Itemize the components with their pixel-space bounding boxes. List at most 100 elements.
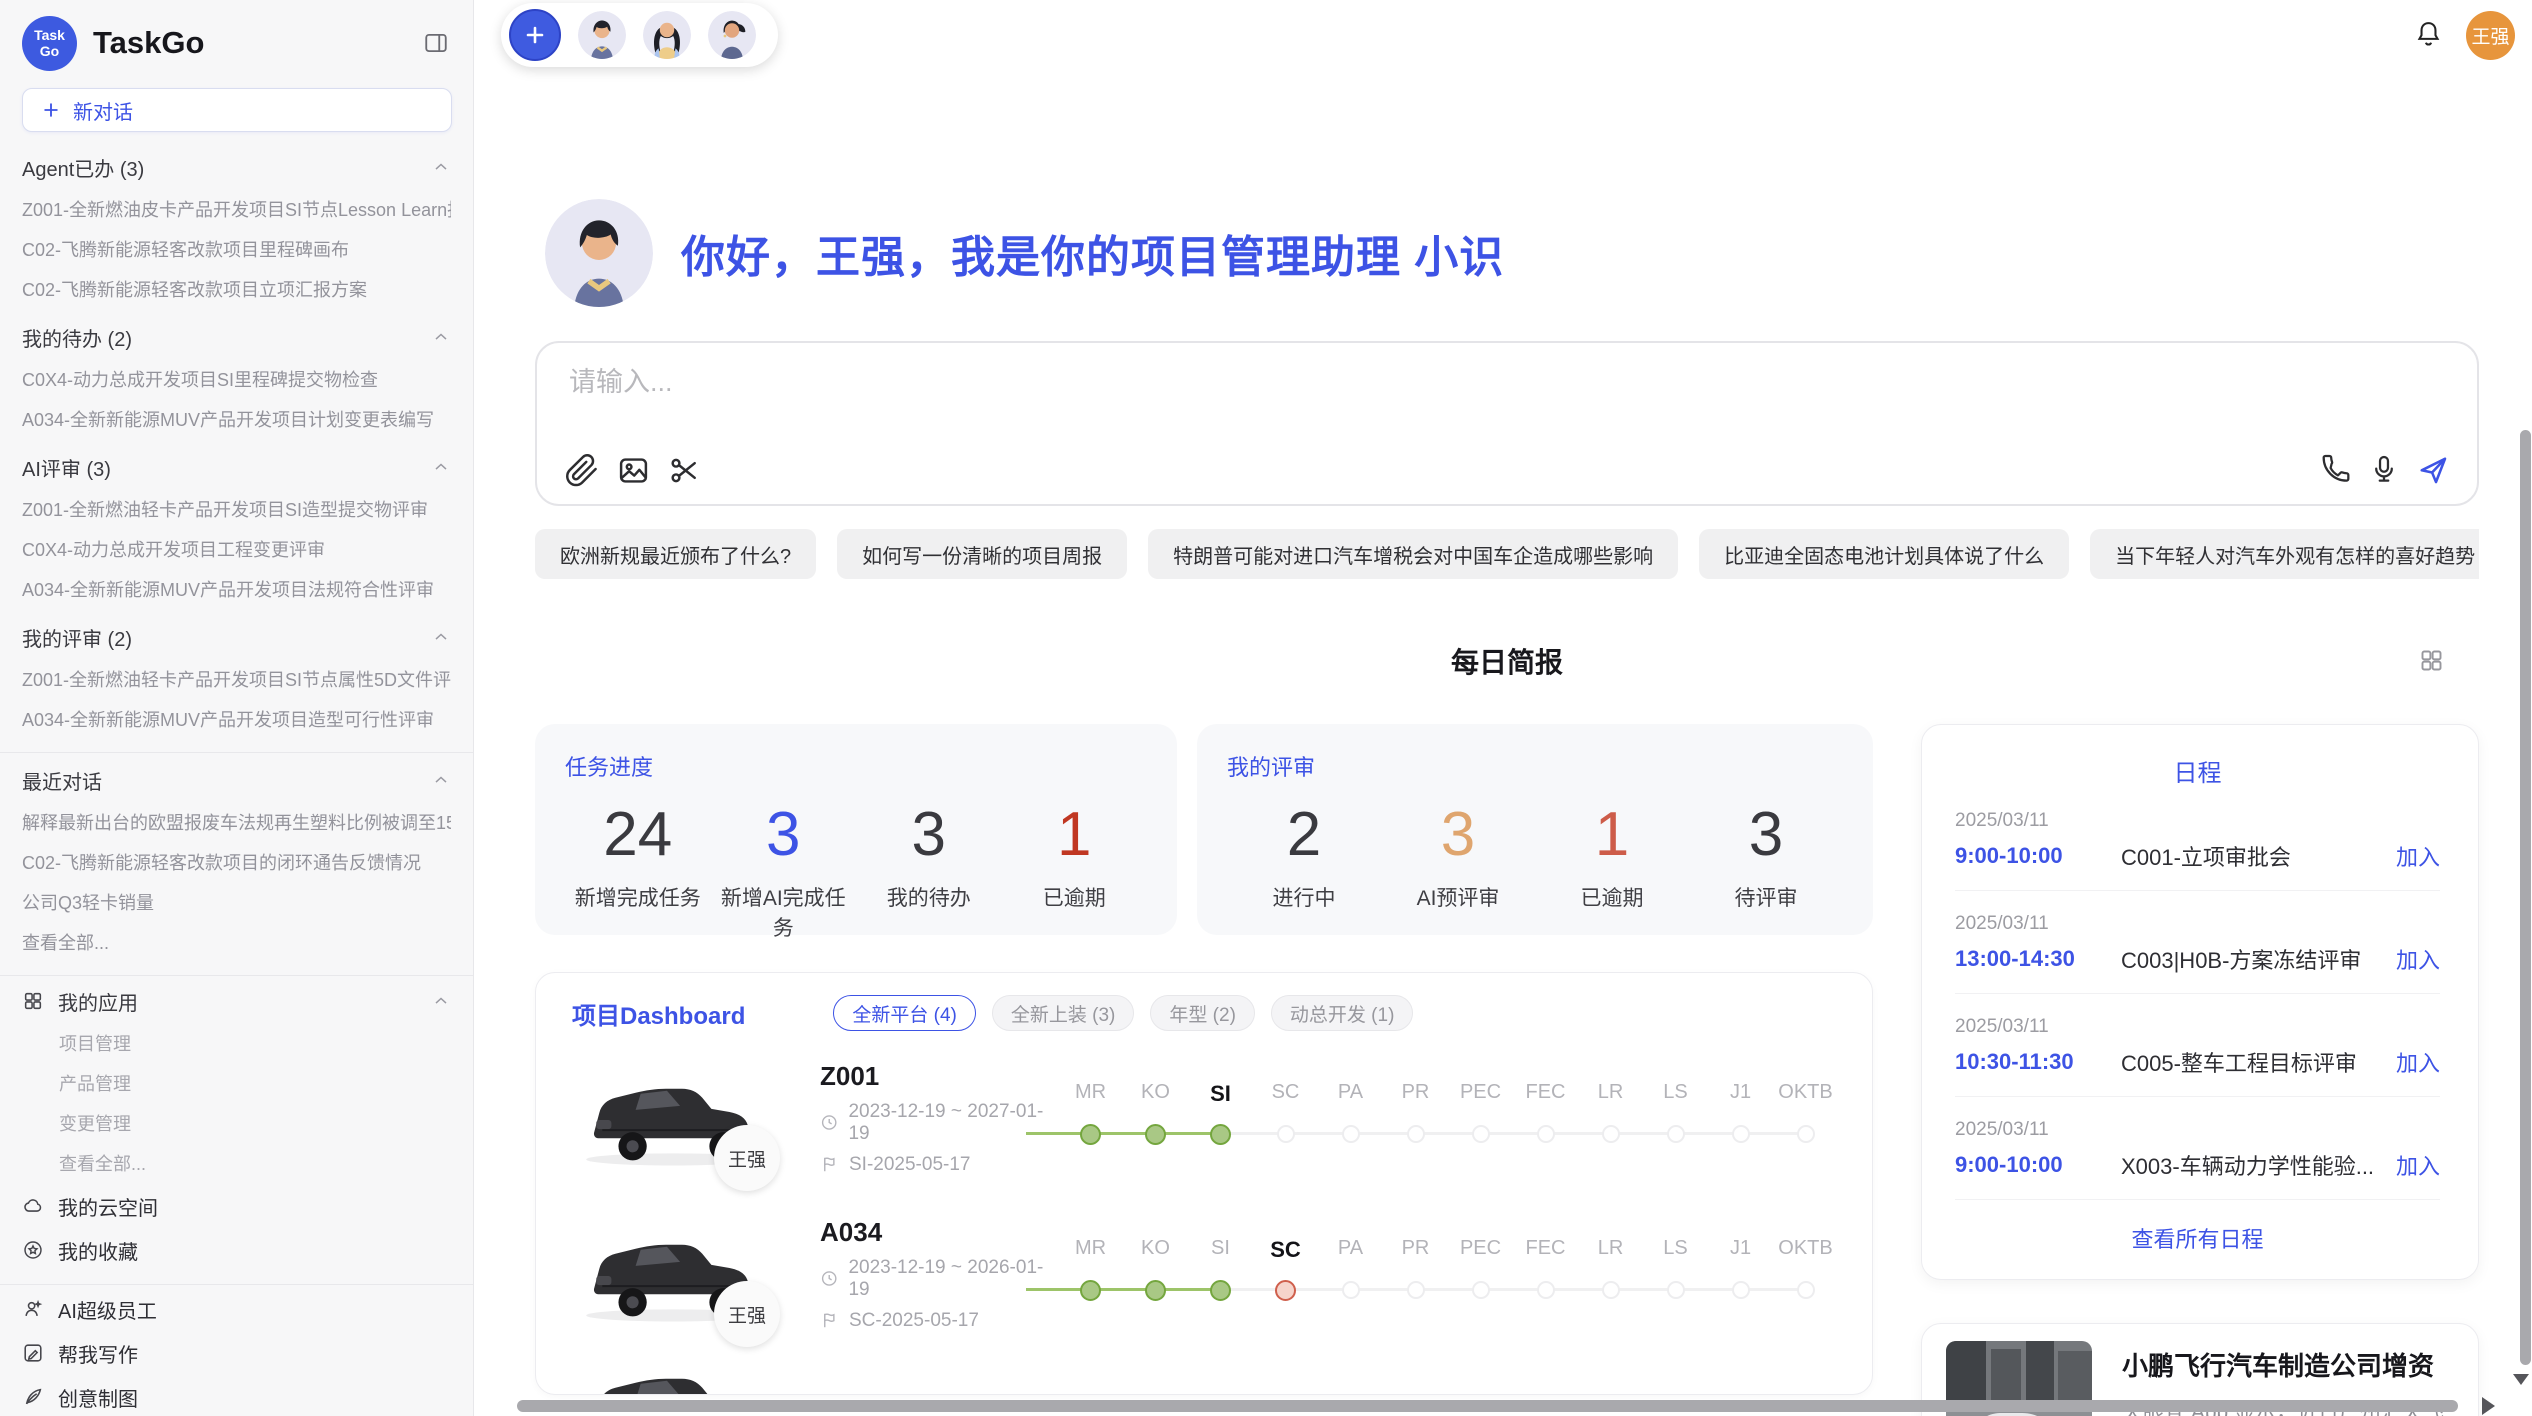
recent-chat-item[interactable]: 解释最新出台的欧盟报废车法规再生塑料比例被调至15%... xyxy=(22,803,451,843)
add-button[interactable] xyxy=(509,9,561,61)
sidebar-item-cloud-space[interactable]: 我的云空间 xyxy=(22,1184,451,1228)
section-title: AI评审 (3) xyxy=(22,453,111,482)
schedule-list: 2025/03/11 9:00-10:00 C001-立项审批会 加入 2025… xyxy=(1955,788,2440,1200)
section-my-review[interactable]: 我的评审 (2) xyxy=(22,614,451,660)
stat-label: AI预评审 xyxy=(1381,882,1535,912)
send-icon[interactable] xyxy=(2415,452,2451,488)
milestone-label: LS xyxy=(1663,1237,1687,1269)
my-review-card: 我的评审 2 进行中 3 AI预评审 xyxy=(1197,724,1873,935)
sidebar-item-help-write[interactable]: 帮我写作 xyxy=(22,1331,451,1375)
sidebar-task-item[interactable]: C02-飞腾新能源轻客改款项目里程碑画布 xyxy=(22,230,451,270)
help-write-label: 帮我写作 xyxy=(58,1339,138,1368)
app-sub-item[interactable]: 查看全部... xyxy=(22,1144,451,1184)
section-recent-chats[interactable]: 最近对话 xyxy=(22,757,451,803)
sidebar-task-item[interactable]: Z001-全新燃油皮卡产品开发项目SI节点Lesson Learn报告 xyxy=(22,190,451,230)
daily-briefing-header: 每日简报 xyxy=(535,640,2479,682)
recent-chat-item[interactable]: C02-飞腾新能源轻客改款项目的闭环通告反馈情况 xyxy=(22,843,451,883)
section-my-todo[interactable]: 我的待办 (2) xyxy=(22,314,451,360)
sidebar-task-item[interactable]: Z001-全新燃油轻卡产品开发项目SI节点属性5D文件评审 xyxy=(22,660,451,700)
milestone-label: PA xyxy=(1338,1237,1363,1269)
avatar[interactable] xyxy=(578,11,626,59)
truck-image xyxy=(572,1355,774,1395)
sidebar-task-item[interactable]: A034-全新新能源MUV产品开发项目计划变更表编写 xyxy=(22,400,451,440)
microphone-icon[interactable] xyxy=(2367,452,2401,488)
suggestion-chip[interactable]: 特朗普可能对进口汽车增税会对中国车企造成哪些影响 xyxy=(1148,529,1678,579)
message-input[interactable] xyxy=(569,367,2089,398)
horizontal-scrollbar[interactable] xyxy=(517,1400,2458,1412)
milestone: J1 xyxy=(1708,1081,1773,1155)
milestone-dot xyxy=(1472,1125,1490,1143)
sidebar-task-item[interactable]: C02-飞腾新能源轻客改款项目立项汇报方案 xyxy=(22,270,451,310)
image-icon[interactable] xyxy=(616,453,651,488)
composer-right-tools xyxy=(2319,452,2451,488)
vertical-scrollbar[interactable] xyxy=(2520,430,2531,1365)
stat: 1 已逾期 xyxy=(1002,792,1148,942)
section-title: 最近对话 xyxy=(22,766,102,795)
sidebar-item-ai-employee[interactable]: AI超级员工 xyxy=(22,1287,451,1331)
avatar[interactable] xyxy=(643,11,691,59)
filter-pill[interactable]: 全新上装 (3) xyxy=(992,995,1135,1031)
schedule-time: 9:00-10:00 xyxy=(1955,1152,2121,1178)
suggestion-chip[interactable]: 比亚迪全固态电池计划具体说了什么 xyxy=(1699,529,2069,579)
app-sub-item[interactable]: 变更管理 xyxy=(22,1104,451,1144)
layout-grid-icon[interactable] xyxy=(2418,647,2445,674)
schedule-row: 10:30-11:30 C005-整车工程目标评审 加入 xyxy=(1955,1046,2440,1078)
sidebar-item-creative-draw[interactable]: 创意制图 xyxy=(22,1375,451,1416)
join-button[interactable]: 加入 xyxy=(2396,943,2440,975)
section-agent-done[interactable]: Agent已办 (3) xyxy=(22,144,451,190)
sidebar-item-favorites[interactable]: 我的收藏 xyxy=(22,1228,451,1272)
phone-icon[interactable] xyxy=(2319,452,2353,488)
new-chat-button[interactable]: 新对话 xyxy=(22,88,452,132)
sidebar-item-my-apps[interactable]: 我的应用 xyxy=(22,978,451,1024)
schedule-time: 10:30-11:30 xyxy=(1955,1049,2121,1075)
scroll-right-arrow-icon[interactable] xyxy=(2482,1397,2495,1415)
collapse-sidebar-icon[interactable] xyxy=(423,30,449,56)
filter-pill[interactable]: 全新平台 (4) xyxy=(833,995,976,1031)
milestone: OKTB xyxy=(1773,1237,1838,1311)
suggestion-chip[interactable]: 如何写一份清晰的项目周报 xyxy=(837,529,1127,579)
schedule-date: 2025/03/11 xyxy=(1955,810,2440,832)
stat-label: 已逾期 xyxy=(1002,882,1148,912)
scroll-down-arrow-icon[interactable] xyxy=(2513,1374,2529,1385)
app-sub-item[interactable]: 产品管理 xyxy=(22,1064,451,1104)
scissors-icon[interactable] xyxy=(667,453,702,488)
section-ai-review[interactable]: AI评审 (3) xyxy=(22,444,451,490)
project-row[interactable]: 王强 A034 2023-12-19 ~ 2026-01-19 xyxy=(536,1199,1872,1349)
dashboard-header: 项目Dashboard 全新平台 (4)全新上装 (3)年型 (2)动总开发 (… xyxy=(536,973,1872,1037)
filter-pill[interactable]: 年型 (2) xyxy=(1150,995,1255,1031)
recent-chat-item[interactable]: 公司Q3轻卡销量 xyxy=(22,883,451,923)
milestone-dot xyxy=(1145,1280,1166,1301)
join-button[interactable]: 加入 xyxy=(2396,1046,2440,1078)
view-all-schedule-link[interactable]: 查看所有日程 xyxy=(1955,1200,2440,1276)
join-button[interactable]: 加入 xyxy=(2396,1149,2440,1181)
project-row[interactable]: 王强 Z001 2023-12-19 ~ 2027-01-19 xyxy=(536,1043,1872,1193)
divider xyxy=(0,1284,473,1285)
sidebar-task-item[interactable]: C0X4-动力总成开发项目SI里程碑提交物检查 xyxy=(22,360,451,400)
milestone-label: PR xyxy=(1402,1081,1430,1113)
join-button[interactable]: 加入 xyxy=(2396,840,2440,872)
sidebar-task-item[interactable]: A034-全新新能源MUV产品开发项目造型可行性评审 xyxy=(22,700,451,740)
attachment-icon[interactable] xyxy=(565,453,600,488)
right-column: 日程 2025/03/11 9:00-10:00 C001-立项审批会 加入 xyxy=(1921,724,2479,1416)
assistant-avatar xyxy=(545,199,653,307)
suggestion-chip[interactable]: 欧洲新规最近颁布了什么? xyxy=(535,529,816,579)
project-dates-text: 2023-12-19 ~ 2026-01-19 xyxy=(848,1257,1058,1301)
schedule-time: 9:00-10:00 xyxy=(1955,843,2121,869)
milestone-label: OKTB xyxy=(1778,1237,1832,1269)
notification-bell-icon[interactable] xyxy=(2413,19,2444,50)
filter-pill[interactable]: 动总开发 (1) xyxy=(1271,995,1414,1031)
stat-value: 3 xyxy=(1381,792,1535,878)
app-sub-item[interactable]: 项目管理 xyxy=(22,1024,451,1064)
milestone: OKTB xyxy=(1773,1081,1838,1155)
sidebar-task-item[interactable]: C0X4-动力总成开发项目工程变更评审 xyxy=(22,530,451,570)
user-avatar[interactable]: 王强 xyxy=(2466,11,2515,60)
recent-chat-item[interactable]: 查看全部... xyxy=(22,923,451,963)
sidebar-task-item[interactable]: A034-全新新能源MUV产品开发项目法规符合性评审 xyxy=(22,570,451,610)
project-dates: 2023-12-19 ~ 2027-01-19 xyxy=(820,1101,1058,1145)
section-title: 我的待办 (2) xyxy=(22,323,132,352)
avatar[interactable] xyxy=(708,11,756,59)
stat-label: 待评审 xyxy=(1689,882,1843,912)
owner-badge: 王强 xyxy=(714,1125,780,1191)
suggestion-chip[interactable]: 当下年轻人对汽车外观有怎样的喜好趋势 xyxy=(2090,529,2479,579)
sidebar-task-item[interactable]: Z001-全新燃油轻卡产品开发项目SI造型提交物评审 xyxy=(22,490,451,530)
